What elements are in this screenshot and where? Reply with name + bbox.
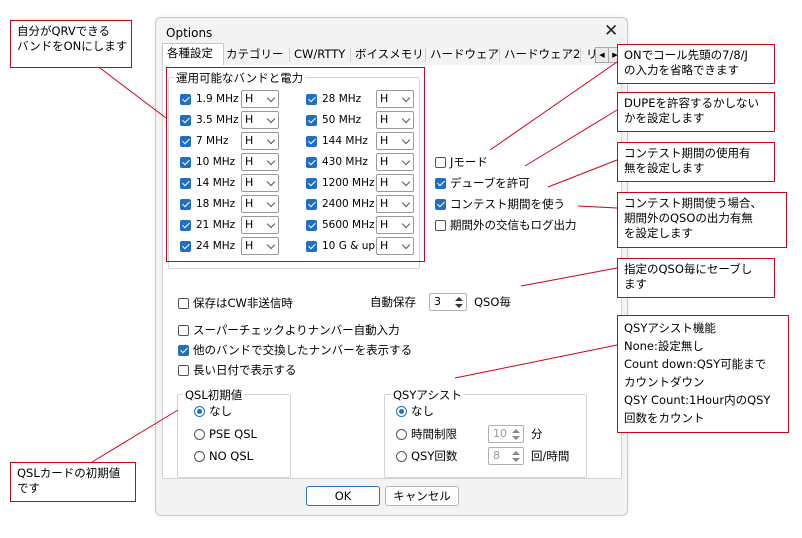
leader-line bbox=[454, 344, 618, 379]
leader-line bbox=[91, 409, 179, 463]
leader-line bbox=[489, 61, 618, 151]
leader-line bbox=[520, 267, 618, 287]
leader-line bbox=[524, 109, 618, 167]
leader-line bbox=[547, 159, 618, 188]
annotation-leader-lines bbox=[91, 61, 618, 463]
leader-line bbox=[577, 205, 618, 209]
leader-line bbox=[99, 67, 167, 119]
